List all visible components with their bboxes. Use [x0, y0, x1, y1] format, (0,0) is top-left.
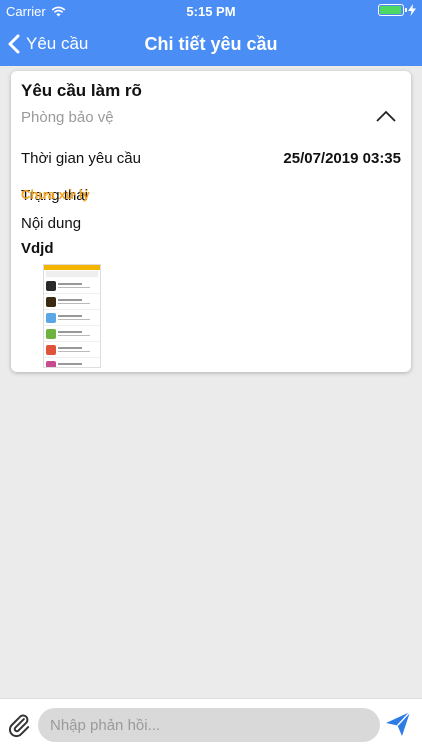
attachment-thumbnail[interactable] — [43, 264, 101, 368]
thumbnail-list-item — [44, 326, 100, 342]
chevron-up-icon[interactable] — [375, 109, 397, 123]
thumbnail-list-item — [44, 294, 100, 310]
status-bar: Carrier 5:15 PM — [0, 0, 422, 22]
content-label: Nội dung — [21, 215, 82, 232]
status-badge: Chưa xử lý — [21, 187, 90, 202]
thumbnail-list-item — [44, 310, 100, 326]
thumbnail-list-item — [44, 342, 100, 358]
reply-input[interactable] — [38, 708, 380, 742]
request-department: Phòng bảo vệ — [21, 109, 114, 126]
thumbnail-list-item — [44, 278, 100, 294]
back-button[interactable]: Yêu cầu — [8, 22, 88, 66]
clock: 5:15 PM — [186, 4, 236, 19]
page-title: Chi tiết yêu cầu — [144, 34, 278, 54]
request-card: Yêu cầu làm rõ Phòng bảo vệ Thời gian yê… — [11, 71, 411, 372]
request-time-value: 25/07/2019 03:35 — [283, 150, 401, 167]
chevron-left-icon — [8, 34, 20, 54]
content-value: Vdjd — [21, 240, 54, 257]
navigation-bar: Yêu cầu Chi tiết yêu cầu — [0, 22, 422, 66]
thumbnail-searchbar — [46, 271, 98, 277]
battery-indicator — [378, 4, 416, 16]
request-time-label: Thời gian yêu cầu — [21, 150, 141, 167]
paperclip-icon[interactable] — [6, 712, 32, 738]
request-title: Yêu cầu làm rõ — [21, 81, 142, 100]
battery-icon — [378, 4, 407, 16]
thumbnail-appbar — [44, 265, 100, 270]
send-icon[interactable] — [384, 710, 412, 738]
header: Carrier 5:15 PM Yêu cầu Chi tiết yêu cầu — [0, 0, 422, 66]
battery-fill — [380, 6, 401, 14]
reply-composer — [0, 698, 422, 750]
charging-bolt-icon — [408, 4, 416, 16]
back-label: Yêu cầu — [26, 34, 89, 53]
thumbnail-list-item — [44, 358, 100, 367]
